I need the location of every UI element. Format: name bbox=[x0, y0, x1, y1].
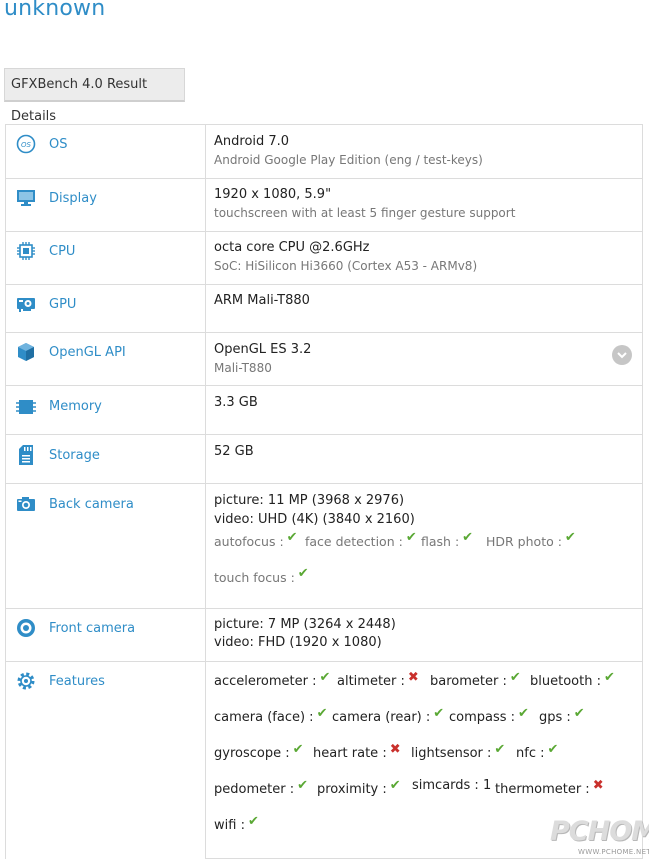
result-details-tab[interactable]: GFXBench 4.0 Result Details bbox=[4, 68, 185, 124]
os-icon: OS bbox=[16, 134, 36, 154]
feature-item: lightsensor : ✔ bbox=[411, 742, 506, 761]
camera-icon bbox=[16, 494, 36, 514]
check-icon: ✔ bbox=[292, 742, 304, 757]
back-camera-video: video: UHD (4K) (3840 x 2160) bbox=[214, 512, 415, 527]
spec-label-os: OS bbox=[49, 137, 68, 152]
back-camera-feature: face detection : ✔ bbox=[305, 530, 417, 549]
spec-row-cpu: CPU octa core CPU @2.6GHz SoC: HiSilicon… bbox=[6, 232, 642, 285]
storage-size: 52 GB bbox=[214, 444, 254, 459]
memory-size: 3.3 GB bbox=[214, 395, 258, 410]
display-resolution: 1920 x 1080, 5.9" bbox=[214, 187, 332, 202]
check-icon: ✔ bbox=[389, 778, 401, 793]
feature-item: pedometer : ✔ bbox=[214, 778, 308, 797]
check-icon: ✔ bbox=[547, 742, 559, 757]
feature-item: wifi : ✔ bbox=[214, 814, 259, 833]
opengl-renderer: Mali-T880 bbox=[214, 361, 272, 375]
spec-label-cpu: CPU bbox=[49, 244, 76, 259]
front-camera-icon bbox=[16, 618, 36, 638]
gear-icon bbox=[16, 671, 36, 691]
spec-row-memory: Memory 3.3 GB bbox=[6, 386, 642, 435]
back-camera-feature: flash : ✔ bbox=[421, 530, 474, 549]
check-icon: ✔ bbox=[319, 670, 331, 685]
pchome-watermark: PCHOME WWW.PCHOME.NET bbox=[550, 816, 649, 860]
spec-row-gpu: GPU ARM Mali-T880 bbox=[6, 285, 642, 333]
spec-row-opengl[interactable]: OpenGL API OpenGL ES 3.2 Mali-T880 bbox=[6, 333, 642, 386]
cpu-soc: SoC: HiSilicon Hi3660 (Cortex A53 - ARMv… bbox=[214, 259, 478, 273]
back-camera-feature: HDR photo : ✔ bbox=[486, 530, 576, 549]
cpu-cores: octa core CPU @2.6GHz bbox=[214, 240, 370, 255]
opengl-version: OpenGL ES 3.2 bbox=[214, 342, 312, 357]
check-icon: ✔ bbox=[316, 706, 328, 721]
check-icon: ✔ bbox=[433, 706, 445, 721]
feature-item: thermometer : ✖ bbox=[495, 778, 604, 797]
check-icon: ✔ bbox=[564, 530, 576, 545]
feature-item: nfc : ✔ bbox=[516, 742, 559, 761]
display-icon bbox=[16, 188, 36, 208]
os-edition: Android Google Play Edition (eng / test-… bbox=[214, 153, 483, 167]
front-camera-picture: picture: 7 MP (3264 x 2448) bbox=[214, 617, 396, 632]
spec-row-front-camera: Front camera picture: 7 MP (3264 x 2448)… bbox=[6, 609, 642, 662]
cross-icon: ✖ bbox=[407, 670, 419, 685]
gpu-icon bbox=[16, 294, 36, 314]
check-icon: ✔ bbox=[603, 670, 615, 685]
memory-chip-icon bbox=[16, 397, 36, 417]
spec-row-storage: Storage 52 GB bbox=[6, 435, 642, 484]
spec-row-back-camera: Back camera picture: 11 MP (3968 x 2976)… bbox=[6, 484, 642, 609]
svg-text:OS: OS bbox=[21, 141, 32, 149]
check-icon: ✔ bbox=[509, 670, 521, 685]
spec-row-features: Features accelerometer : ✔ altimeter : ✖ b… bbox=[6, 662, 642, 859]
spec-label-front-camera: Front camera bbox=[49, 621, 136, 636]
page-title: unknown bbox=[4, 0, 106, 21]
spec-label-opengl: OpenGL API bbox=[49, 345, 126, 360]
back-camera-feature: touch focus : ✔ bbox=[214, 566, 309, 585]
feature-item: camera (face) : ✔ bbox=[214, 706, 328, 725]
gpu-model: ARM Mali-T880 bbox=[214, 293, 310, 308]
check-icon: ✔ bbox=[297, 566, 309, 581]
cross-icon: ✖ bbox=[389, 742, 401, 757]
watermark-logo: PCHOME bbox=[550, 816, 649, 847]
opengl-cube-icon bbox=[16, 342, 36, 362]
spec-label-display: Display bbox=[49, 191, 97, 206]
feature-item: proximity : ✔ bbox=[317, 778, 401, 797]
watermark-site: WWW.PCHOME.NET bbox=[578, 848, 649, 856]
feature-item: compass : ✔ bbox=[449, 706, 529, 725]
back-camera-picture: picture: 11 MP (3968 x 2976) bbox=[214, 493, 405, 508]
cpu-icon bbox=[16, 241, 36, 261]
front-camera-video: video: FHD (1920 x 1080) bbox=[214, 635, 382, 650]
feature-item: simcards : 1 bbox=[412, 778, 492, 793]
check-icon: ✔ bbox=[297, 778, 308, 793]
check-icon: ✔ bbox=[573, 706, 585, 721]
check-icon: ✔ bbox=[462, 530, 474, 545]
spec-row-display: Display 1920 x 1080, 5.9" touchscreen wi… bbox=[6, 179, 642, 232]
feature-item: bluetooth : ✔ bbox=[530, 670, 615, 689]
check-icon: ✔ bbox=[518, 706, 529, 721]
os-version: Android 7.0 bbox=[214, 134, 290, 149]
feature-item: gps : ✔ bbox=[539, 706, 585, 725]
feature-item: accelerometer : ✔ bbox=[214, 670, 331, 689]
cross-icon: ✖ bbox=[592, 778, 604, 793]
chevron-down-icon[interactable] bbox=[612, 345, 632, 365]
feature-item: barometer : ✔ bbox=[430, 670, 521, 689]
spec-label-features: Features bbox=[49, 674, 105, 689]
spec-label-memory: Memory bbox=[49, 399, 102, 414]
spec-label-storage: Storage bbox=[49, 448, 100, 463]
check-icon: ✔ bbox=[494, 742, 506, 757]
spec-label-back-camera: Back camera bbox=[49, 497, 134, 512]
feature-item: gyroscope : ✔ bbox=[214, 742, 304, 761]
check-icon: ✔ bbox=[247, 814, 259, 829]
display-touch: touchscreen with at least 5 finger gestu… bbox=[214, 206, 516, 220]
spec-table: OS OS Android 7.0 Android Google Play Ed… bbox=[5, 124, 643, 859]
check-icon: ✔ bbox=[286, 530, 298, 545]
feature-item: camera (rear) : ✔ bbox=[332, 706, 445, 725]
feature-item: heart rate : ✖ bbox=[313, 742, 401, 761]
sd-card-icon bbox=[16, 445, 36, 465]
check-icon: ✔ bbox=[405, 530, 417, 545]
simcards-count: 1 bbox=[482, 778, 492, 793]
spec-row-os: OS OS Android 7.0 Android Google Play Ed… bbox=[6, 125, 642, 179]
spec-label-gpu: GPU bbox=[49, 297, 77, 312]
back-camera-feature: autofocus : ✔ bbox=[214, 530, 298, 549]
feature-item: altimeter : ✖ bbox=[337, 670, 419, 689]
